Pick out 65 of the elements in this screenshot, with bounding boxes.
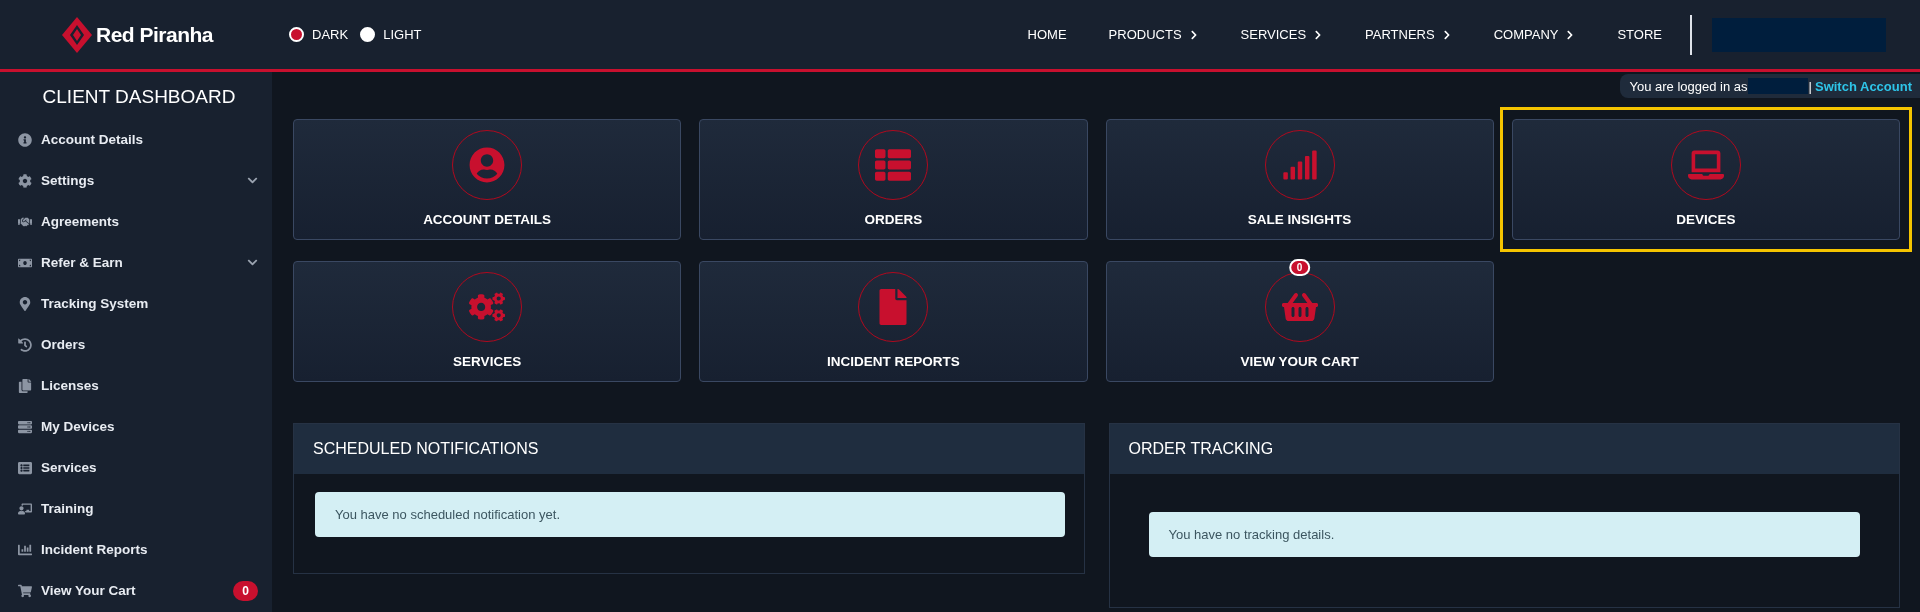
sidebar-item[interactable]: Incident Reports bbox=[0, 529, 272, 570]
sidebar-item[interactable]: Refer & Earn bbox=[0, 242, 272, 283]
chevron-right-icon bbox=[1441, 29, 1452, 40]
sidebar-item[interactable]: Agreements bbox=[0, 201, 272, 242]
count-badge: 0 bbox=[233, 580, 258, 601]
tile-label: DEVICES bbox=[1676, 212, 1736, 227]
theme-label: DARK bbox=[312, 27, 349, 42]
sidebar-item[interactable]: Services bbox=[0, 447, 272, 488]
sidebar-item[interactable]: Licenses bbox=[0, 365, 272, 406]
chevron-down-icon bbox=[247, 257, 258, 268]
nav-link[interactable]: PARTNERS bbox=[1365, 27, 1452, 42]
separator-text: | bbox=[1808, 78, 1812, 94]
dashboard-tile[interactable]: 0 VIEW YOUR CART bbox=[1105, 261, 1494, 382]
nav-link[interactable]: COMPANY bbox=[1493, 27, 1576, 42]
tile-label: VIEW YOUR CART bbox=[1240, 354, 1359, 369]
sidebar-item[interactable]: Tracking System bbox=[0, 283, 272, 324]
nav-link[interactable]: PRODUCTS bbox=[1108, 27, 1199, 42]
info-icon bbox=[18, 132, 32, 147]
theme-radio[interactable] bbox=[289, 27, 305, 42]
history-icon bbox=[18, 337, 32, 352]
sidebar-title: CLIENT DASHBOARD bbox=[41, 86, 237, 108]
bar-chart-icon bbox=[18, 542, 32, 557]
info-message: You have no scheduled notification yet. bbox=[315, 492, 1065, 537]
dashboard-tile[interactable]: ACCOUNT DETAILS bbox=[293, 119, 682, 240]
user-icon bbox=[469, 147, 506, 183]
nav-link[interactable]: STORE bbox=[1617, 27, 1662, 42]
list-icon bbox=[875, 147, 912, 183]
count-badge: 0 bbox=[1288, 259, 1311, 276]
theme-radio[interactable] bbox=[360, 27, 376, 42]
tile-label: ACCOUNT DETAILS bbox=[423, 212, 552, 227]
sidebar-item[interactable]: Account Details bbox=[0, 119, 272, 160]
dashboard-tile[interactable]: SERVICES bbox=[293, 261, 682, 382]
dashboard-tile[interactable]: ORDERS bbox=[699, 119, 1088, 240]
theme-label: LIGHT bbox=[383, 27, 422, 42]
nav-link[interactable]: SERVICES bbox=[1240, 27, 1324, 42]
sidebar-item[interactable]: Orders bbox=[0, 324, 272, 365]
panel-header: SCHEDULED NOTIFICATIONS bbox=[294, 424, 1084, 474]
cart-icon bbox=[18, 583, 32, 598]
dashboard-tile[interactable]: INCIDENT REPORTS bbox=[699, 261, 1088, 382]
panel-header: ORDER TRACKING bbox=[1109, 424, 1899, 474]
list-icon bbox=[18, 460, 32, 475]
sidebar-item[interactable]: Training bbox=[0, 488, 272, 529]
dashboard-tile[interactable]: SALE INSIGHTS bbox=[1105, 119, 1494, 240]
logo-text: Red Piranha bbox=[96, 22, 214, 47]
switch-account-link[interactable]: Switch Account bbox=[1814, 78, 1912, 94]
settings-icon bbox=[18, 173, 32, 188]
chevron-down-icon bbox=[247, 175, 258, 186]
logo-icon bbox=[62, 16, 92, 53]
tile-label: SALE INSIGHTS bbox=[1247, 212, 1352, 227]
dashboard-tile[interactable]: DEVICES bbox=[1511, 119, 1900, 240]
login-text: You are logged in as bbox=[1629, 78, 1748, 94]
tile-label: SERVICES bbox=[453, 354, 522, 369]
sidebar-item[interactable]: My Devices bbox=[0, 406, 272, 447]
redacted-block bbox=[1747, 78, 1808, 94]
sidebar-item[interactable]: Settings bbox=[0, 160, 272, 201]
presentation-icon bbox=[18, 501, 32, 516]
tile-label: INCIDENT REPORTS bbox=[827, 354, 960, 369]
map-pin-icon bbox=[18, 296, 32, 311]
tile-label: ORDERS bbox=[864, 212, 923, 227]
sidebar-item[interactable]: View Your Cart 0 bbox=[0, 570, 272, 611]
info-message: You have no tracking details. bbox=[1148, 512, 1860, 557]
nav-link[interactable]: HOME bbox=[1027, 27, 1067, 42]
copy-icon bbox=[18, 378, 32, 393]
server-icon bbox=[18, 419, 32, 434]
chevron-right-icon bbox=[1188, 29, 1199, 40]
